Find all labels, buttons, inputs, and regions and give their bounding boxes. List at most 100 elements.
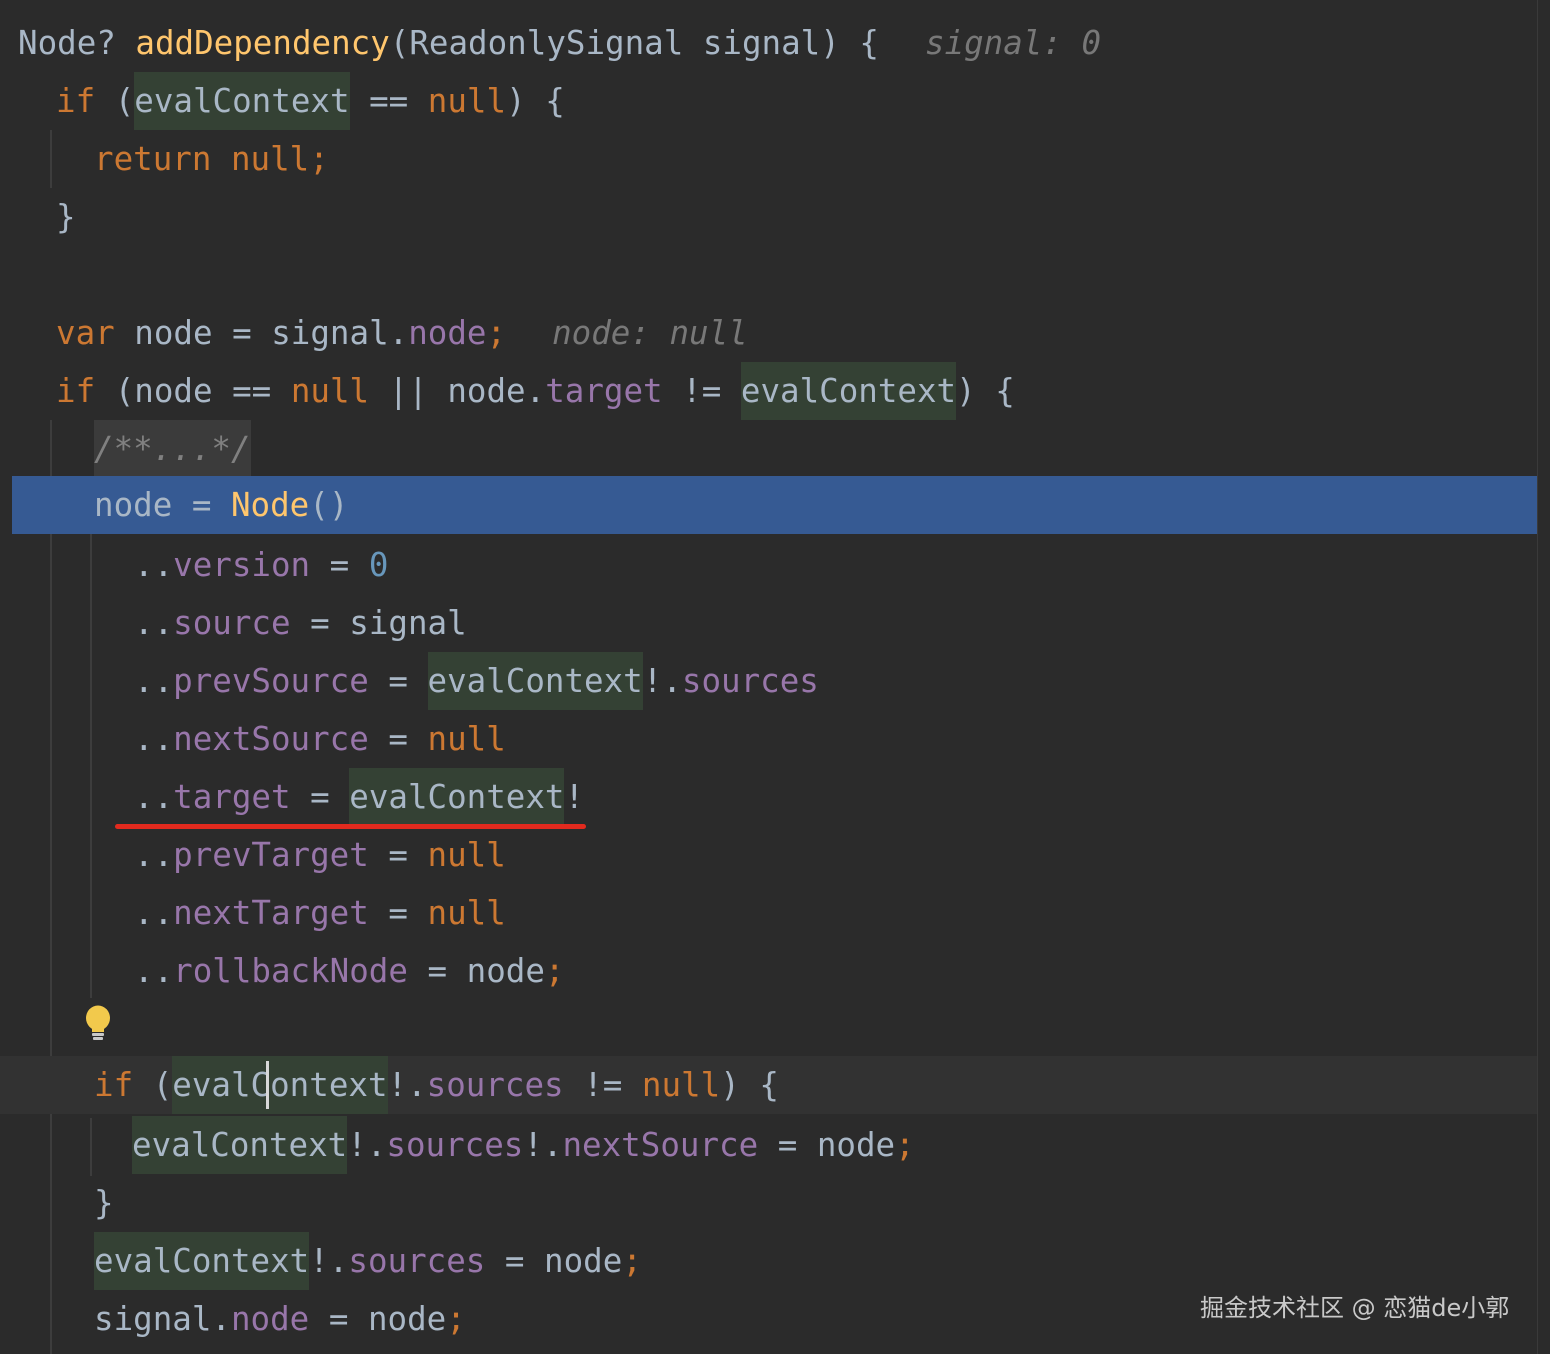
code-token: ! [564, 778, 585, 816]
code-line-10[interactable]: ..source = signal [134, 594, 1550, 652]
keyword: null [427, 82, 507, 120]
code-line-8-selected[interactable]: node = Node() [50, 476, 1537, 534]
code-token: = node [485, 1242, 623, 1280]
code-token: ; [544, 952, 565, 990]
code-line-15[interactable]: ..nextTarget = null [134, 884, 1550, 942]
keyword: null [290, 372, 370, 410]
vertical-scrollbar[interactable] [1537, 0, 1550, 1354]
code-token: (ReadonlySignal signal) { [389, 24, 879, 62]
property: nextTarget [173, 894, 369, 932]
code-token: node = signal. [114, 314, 409, 352]
code-line-7[interactable]: /**...*/ [94, 420, 1550, 478]
code-token: = node [407, 952, 545, 990]
property: sources [348, 1242, 486, 1280]
cascade-operator: .. [134, 546, 174, 584]
cascade-operator: .. [134, 662, 174, 700]
code-line-11[interactable]: ..prevSource = evalContext!.sources [134, 652, 1550, 710]
property: target [173, 778, 291, 816]
code-token: !. [642, 662, 682, 700]
property: target [545, 372, 663, 410]
code-token: ; [309, 140, 329, 178]
indent-guide [90, 1118, 92, 1176]
number-literal: 0 [368, 546, 389, 584]
property: node [230, 1300, 310, 1338]
cascade-operator: .. [134, 836, 174, 874]
property: sources [386, 1126, 524, 1164]
keyword: var [56, 314, 115, 352]
property: prevSource [173, 662, 369, 700]
watermark: 掘金技术社区 @ 恋猫de小郭 [1200, 1294, 1510, 1322]
identifier-highlight: evalContext [427, 652, 643, 710]
code-token: = [310, 546, 369, 584]
code-line-14[interactable]: ..prevTarget = null [134, 826, 1550, 884]
code-line-1[interactable]: Node? addDependency(ReadonlySignal signa… [18, 14, 1550, 72]
identifier-highlight: evalContext [94, 1232, 310, 1290]
indent-guide [50, 130, 52, 188]
identifier-highlight: evalContext [134, 72, 350, 130]
code-line-9[interactable]: ..version = 0 [134, 536, 1550, 594]
code-token: ( [133, 1066, 173, 1104]
property: sources [681, 662, 819, 700]
text-caret [266, 1061, 269, 1109]
keyword: null [427, 836, 506, 874]
code-token: !. [309, 1242, 349, 1280]
code-token: = signal [290, 604, 467, 642]
keyword: if [56, 82, 96, 120]
code-token: ; [895, 1126, 915, 1164]
code-line-17-caret[interactable]: if (evalContext!.sources != null) { [0, 1056, 1537, 1114]
code-line-3[interactable]: return null; [94, 130, 1550, 188]
code-token: } [56, 198, 76, 236]
property: node [408, 314, 487, 352]
identifier-highlight: evalContext [349, 768, 565, 826]
property: prevTarget [173, 836, 369, 874]
folded-doc-comment[interactable]: /**...*/ [94, 420, 251, 478]
constructor-call: Node [230, 486, 310, 524]
cascade-operator: .. [134, 952, 174, 990]
code-line-5[interactable]: var node = signal.node; node: null [56, 304, 1550, 362]
code-token: = node [309, 1300, 447, 1338]
code-token: || node. [369, 372, 546, 410]
debug-inline-value: node: null [552, 314, 748, 352]
code-line-12[interactable]: ..nextSource = null [134, 710, 1550, 768]
gutter-selection-marker [12, 476, 50, 534]
code-token: ) { [720, 1066, 779, 1104]
code-line-13[interactable]: ..target = evalContext! [134, 768, 1550, 826]
keyword: return null [94, 140, 310, 178]
code-line-4[interactable]: } [56, 188, 1550, 246]
code-token: = [290, 778, 350, 816]
code-token: = [368, 836, 428, 874]
code-token: ; [622, 1242, 642, 1280]
keyword: null [427, 720, 506, 758]
code-token: () [309, 486, 349, 524]
code-token: !. [347, 1126, 387, 1164]
cascade-operator: .. [134, 894, 174, 932]
indent-guide [90, 534, 92, 998]
code-line-16[interactable]: ..rollbackNode = node; [134, 942, 1550, 1000]
cascade-operator: .. [134, 720, 174, 758]
identifier-highlight: evalContext [132, 1116, 348, 1174]
code-token: ; [486, 314, 507, 352]
code-line-20[interactable]: evalContext!.sources = node; [94, 1232, 1550, 1290]
lightbulb-icon[interactable] [84, 1004, 112, 1044]
identifier-highlight: evalContext [172, 1056, 388, 1114]
return-type: Node? [18, 24, 136, 62]
code-editor[interactable]: Node? addDependency(ReadonlySignal signa… [0, 0, 1550, 1354]
keyword: if [56, 372, 96, 410]
code-line-19[interactable]: } [94, 1174, 1550, 1232]
property: version [173, 546, 311, 584]
property: sources [426, 1066, 564, 1104]
code-token: = [368, 894, 428, 932]
keyword: null [427, 894, 506, 932]
function-name: addDependency [135, 24, 390, 62]
code-token: ) { [506, 82, 565, 120]
code-token: = [368, 662, 428, 700]
code-token: !. [387, 1066, 427, 1104]
property: nextSource [173, 720, 369, 758]
cascade-operator: .. [134, 604, 174, 642]
code-line-2[interactable]: if (evalContext == null) { [56, 72, 1550, 130]
code-line-18[interactable]: evalContext!.sources!.nextSource = node; [132, 1116, 1550, 1174]
code-line-6[interactable]: if (node == null || node.target != evalC… [56, 362, 1550, 420]
code-token: !. [523, 1126, 563, 1164]
code-token: == [349, 82, 428, 120]
identifier-highlight: evalContext [740, 362, 957, 420]
